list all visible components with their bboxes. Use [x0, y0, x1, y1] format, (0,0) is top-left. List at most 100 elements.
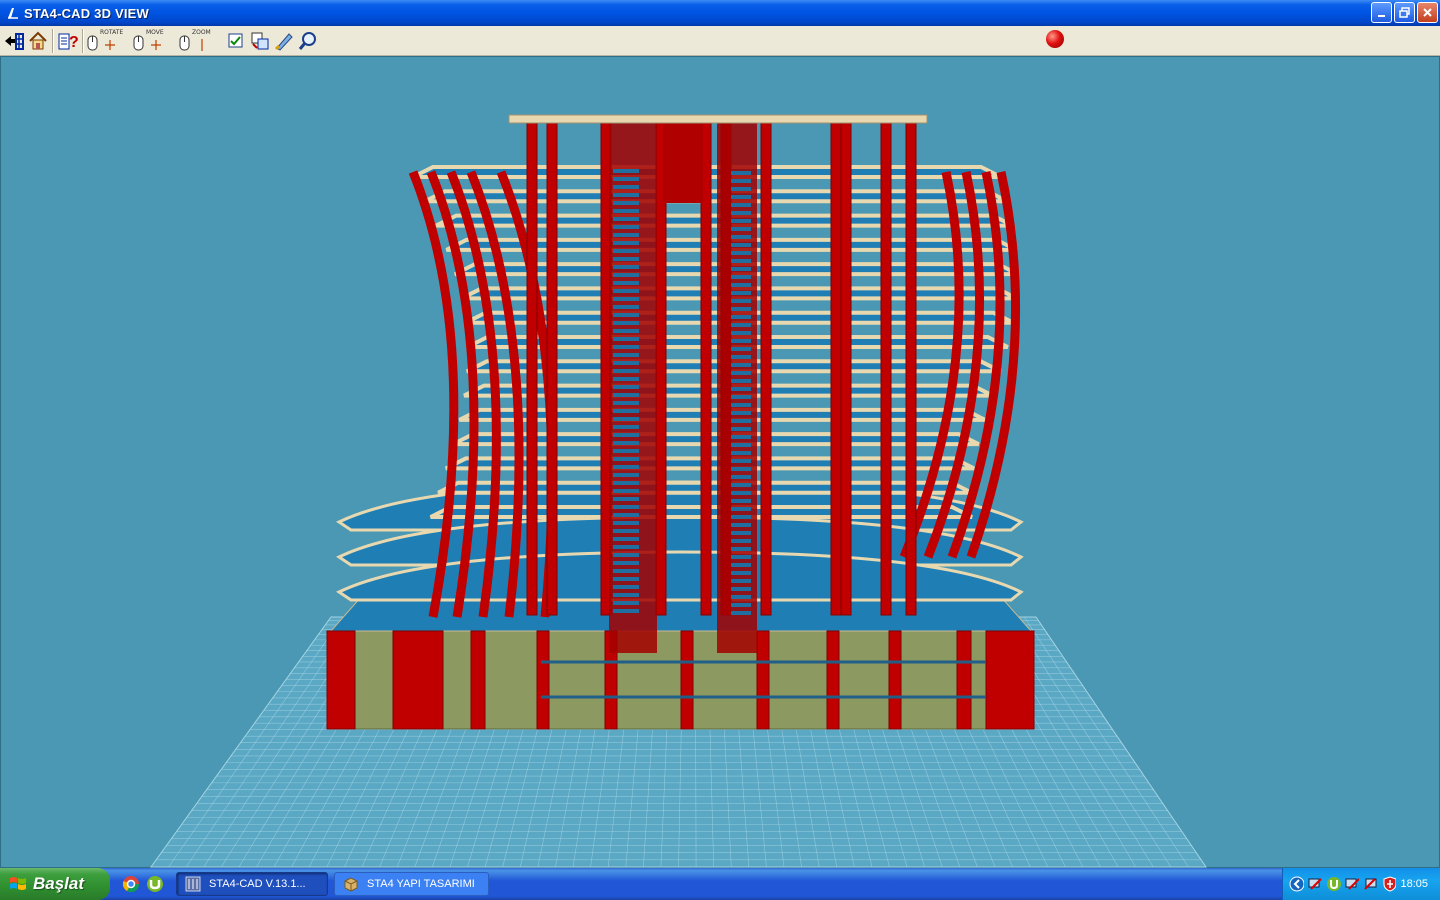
status-indicator-icon: [1046, 30, 1064, 48]
stair-step: [613, 273, 639, 277]
stair-step: [613, 329, 639, 333]
magnifier-icon: [298, 31, 316, 50]
stair-step: [731, 323, 751, 327]
stair-step: [731, 443, 751, 447]
layers-button[interactable]: [248, 29, 272, 53]
stair-step: [613, 369, 639, 373]
stair-step: [731, 459, 751, 463]
task-sta4-yapi[interactable]: STA4 YAPI TASARIMI: [334, 872, 489, 896]
stair-step: [613, 353, 639, 357]
task-sta4cad[interactable]: STA4-CAD V.13.1...: [176, 872, 328, 896]
stair-step: [731, 395, 751, 399]
close-button[interactable]: [1417, 2, 1438, 23]
basement-column: [956, 630, 972, 730]
rotate-tool[interactable]: ROTATE: [86, 28, 132, 54]
system-tray: 18:05: [1282, 868, 1440, 900]
minimize-button[interactable]: [1371, 2, 1392, 23]
column: [526, 114, 538, 616]
zoom-window-button[interactable]: [296, 29, 320, 53]
rotate-label: ROTATE: [100, 28, 124, 36]
home-button[interactable]: [26, 29, 50, 53]
column: [830, 114, 842, 616]
stair-step: [613, 409, 639, 413]
back-button[interactable]: [2, 29, 26, 53]
stair-step: [613, 169, 639, 173]
stair-step: [613, 345, 639, 349]
stair-step: [613, 609, 639, 613]
stair-step: [731, 171, 751, 175]
help-icon: ?: [58, 33, 79, 51]
sta4-app-icon: [185, 876, 201, 892]
stair-step: [613, 313, 639, 317]
stair-step: [731, 275, 751, 279]
stair-step: [613, 577, 639, 581]
package-icon: [344, 877, 358, 892]
stair-step: [731, 211, 751, 215]
basement-column: [756, 630, 770, 730]
title-bar: STA4-CAD 3D VIEW: [0, 0, 1440, 26]
stair-step: [731, 219, 751, 223]
stair-step: [613, 185, 639, 189]
stair-step: [613, 593, 639, 597]
start-button[interactable]: Başlat: [0, 868, 110, 900]
zoom-tool[interactable]: ZOOM: [178, 28, 224, 54]
stair-step: [731, 419, 751, 423]
stair-step: [613, 569, 639, 573]
chrome-icon[interactable]: [122, 875, 140, 893]
stair-step: [731, 307, 751, 311]
stair-step: [731, 195, 751, 199]
toolbar: ? ROTATE MOVE ZOOM: [0, 26, 1440, 56]
stair-step: [731, 203, 751, 207]
task-label: STA4-CAD V.13.1...: [209, 878, 306, 890]
basement-column: [985, 630, 1035, 730]
start-label: Başlat: [33, 874, 85, 893]
stair-step: [613, 505, 639, 509]
stair-step: [731, 467, 751, 471]
toolbar-separator: [52, 28, 54, 53]
stair-step: [613, 521, 639, 525]
stair-step: [731, 507, 751, 511]
security-shield-icon[interactable]: [1382, 876, 1397, 892]
stair-step: [731, 387, 751, 391]
stair-step: [731, 523, 751, 527]
stair-step: [731, 267, 751, 271]
zoom-label: ZOOM: [192, 28, 211, 36]
stair-step: [613, 321, 639, 325]
stair-step: [731, 539, 751, 543]
stair-step: [613, 537, 639, 541]
stair-step: [613, 449, 639, 453]
utorrent-tray-icon[interactable]: [1326, 876, 1341, 892]
stair-step: [731, 347, 751, 351]
network-icon[interactable]: [1308, 876, 1323, 892]
network-disconnected-icon[interactable]: [1363, 876, 1378, 892]
network-disconnected-icon[interactable]: [1345, 876, 1360, 892]
restore-button[interactable]: [1394, 2, 1415, 23]
stair-step: [613, 441, 639, 445]
stair-step: [613, 265, 639, 269]
check-button[interactable]: [224, 29, 248, 53]
minimize-icon: [1378, 15, 1385, 17]
windows-flag-icon: [10, 877, 26, 890]
stair-step: [731, 379, 751, 383]
stair-step: [731, 451, 751, 455]
stair-step: [731, 611, 751, 615]
stair-step: [731, 179, 751, 183]
help-button[interactable]: ?: [56, 29, 80, 53]
utorrent-icon[interactable]: [146, 875, 164, 893]
column: [760, 114, 772, 616]
stair-step: [731, 299, 751, 303]
elevator-core: [663, 123, 703, 203]
home-icon: [29, 31, 47, 49]
move-tool[interactable]: MOVE: [132, 28, 178, 54]
stair-step: [731, 235, 751, 239]
stair-step: [613, 193, 639, 197]
render-button[interactable]: [272, 29, 296, 53]
quick-launch: [122, 875, 164, 893]
stair-step: [613, 433, 639, 437]
window-title: STA4-CAD 3D VIEW: [24, 5, 150, 21]
3d-viewport[interactable]: [0, 56, 1440, 868]
stair-step: [613, 289, 639, 293]
show-hidden-icons-icon[interactable]: [1289, 876, 1304, 892]
taskbar: Başlat STA4-CAD V.13.1... STA4 YAPI TASA…: [0, 868, 1440, 900]
stair-step: [731, 283, 751, 287]
